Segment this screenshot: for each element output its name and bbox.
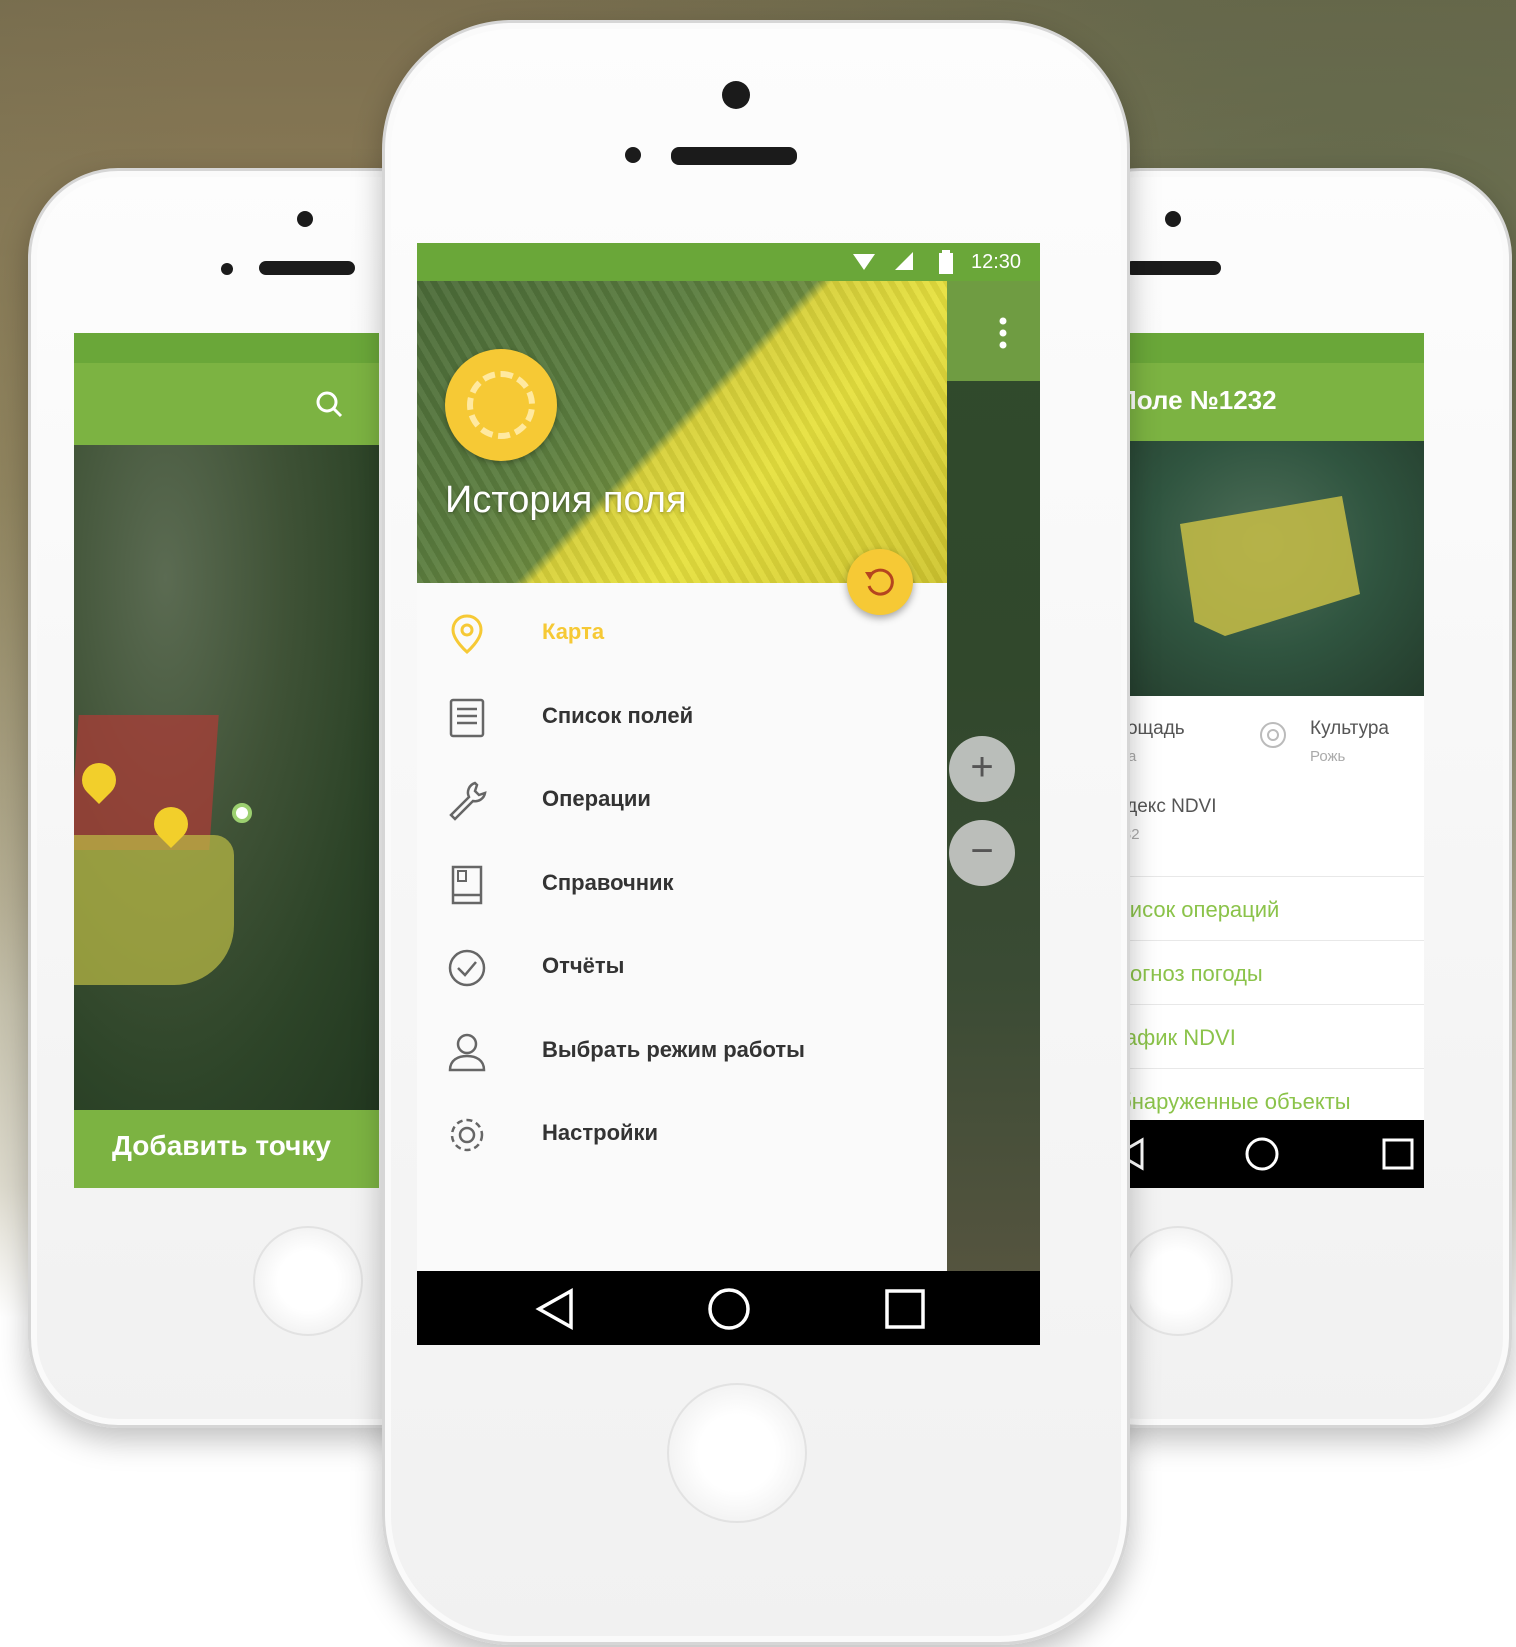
- menu-item-label: Настройки: [542, 1120, 659, 1145]
- wifi-icon: [853, 254, 875, 270]
- home-icon[interactable]: [707, 1287, 751, 1331]
- zoom-in-label: +: [970, 745, 994, 789]
- location-dot: [232, 803, 252, 823]
- operations-list-link[interactable]: Список операций: [1102, 876, 1424, 940]
- home-button[interactable]: [253, 1226, 363, 1336]
- field-title: Поле №1232: [1118, 385, 1277, 415]
- field-polygon[interactable]: [1180, 496, 1360, 636]
- more-options-icon[interactable]: [999, 317, 1007, 349]
- menu-item-reports[interactable]: Отчёты: [417, 928, 947, 1012]
- drawer-title: История поля: [445, 479, 687, 521]
- add-point-label: Добавить точку: [112, 1130, 331, 1161]
- status-time: 12:30: [971, 251, 1022, 273]
- field-map[interactable]: [1102, 441, 1424, 696]
- app-bar: [947, 281, 1040, 381]
- menu-item-label: Карта: [542, 619, 605, 644]
- recents-icon[interactable]: [883, 1287, 927, 1331]
- menu-item-label: Справочник: [542, 869, 674, 895]
- menu-item-label: Отчёты: [542, 953, 625, 978]
- drawer-header: История поля: [417, 281, 947, 583]
- nav-bar: [1102, 1120, 1424, 1188]
- right-screen: Поле №1232 Площадь 21 га Культура Рожь И…: [1102, 333, 1424, 1188]
- app-logo: [445, 349, 557, 461]
- signal-icon: [895, 252, 913, 270]
- navigation-drawer: История поля Карта Список полей Операции: [417, 281, 947, 1273]
- back-icon[interactable]: [533, 1287, 577, 1331]
- center-screen: 12:30 + − История поля Карта Список поле…: [417, 243, 1040, 1345]
- speaker: [671, 147, 797, 165]
- menu-item-label: Операции: [542, 786, 651, 811]
- weather-link[interactable]: Прогноз погоды: [1102, 940, 1424, 1004]
- map-view[interactable]: [74, 445, 379, 1110]
- app-bar: Поле №1232: [1102, 363, 1424, 441]
- status-bar: [1102, 333, 1424, 363]
- zoom-out-label: −: [970, 829, 994, 873]
- list-icon: [449, 698, 485, 737]
- speaker: [259, 261, 355, 275]
- sensor: [221, 263, 233, 275]
- check-circle-icon: [448, 949, 486, 987]
- home-icon[interactable]: [1244, 1136, 1280, 1172]
- field-polygon[interactable]: [74, 835, 234, 985]
- menu-item-fields-list[interactable]: Список полей: [417, 678, 947, 762]
- speaker: [1125, 261, 1221, 275]
- status-bar: 12:30: [417, 243, 1040, 281]
- refresh-button[interactable]: [847, 549, 913, 615]
- camera: [1165, 211, 1181, 227]
- add-point-button[interactable]: Добавить точку: [74, 1110, 379, 1188]
- book-icon: [451, 865, 483, 904]
- left-screen: Добавить точку: [74, 333, 379, 1188]
- refresh-icon: [865, 568, 894, 596]
- home-button[interactable]: [1123, 1226, 1233, 1336]
- culture-value: Рожь: [1310, 748, 1346, 765]
- user-icon: [448, 1033, 486, 1071]
- camera: [722, 81, 750, 109]
- recents-icon[interactable]: [1380, 1136, 1416, 1172]
- menu-item-label: Выбрать режим работы: [542, 1036, 805, 1062]
- sensor: [625, 147, 641, 163]
- culture-label: Культура: [1310, 718, 1389, 739]
- camera: [297, 211, 313, 227]
- app-bar: [74, 363, 379, 445]
- zoom-in-button[interactable]: +: [949, 736, 1015, 802]
- menu-item-operations[interactable]: Операции: [417, 761, 947, 845]
- menu-item-label: Список полей: [542, 702, 694, 728]
- culture-icon: [1260, 722, 1286, 748]
- battery-icon: [939, 250, 953, 274]
- map-pin-icon: [451, 614, 483, 654]
- menu-item-reference[interactable]: Справочник: [417, 845, 947, 929]
- menu-item-work-mode[interactable]: Выбрать режим работы: [417, 1012, 947, 1096]
- wrench-icon: [449, 781, 487, 821]
- home-button[interactable]: [667, 1383, 807, 1523]
- menu-item-settings[interactable]: Настройки: [417, 1095, 947, 1179]
- drawer-menu: Карта Список полей Операции Справочник О…: [417, 594, 947, 1179]
- field-info: Площадь 21 га Культура Рожь Индекс NDVI …: [1102, 696, 1424, 876]
- search-icon[interactable]: [314, 389, 344, 419]
- ndvi-chart-link[interactable]: График NDVI: [1102, 1004, 1424, 1068]
- nav-bar: [417, 1271, 1040, 1345]
- status-bar: [74, 333, 379, 363]
- gear-icon: [450, 1118, 484, 1152]
- zoom-out-button[interactable]: −: [949, 820, 1015, 886]
- link-label: Обнаруженные объекты: [1102, 1089, 1351, 1114]
